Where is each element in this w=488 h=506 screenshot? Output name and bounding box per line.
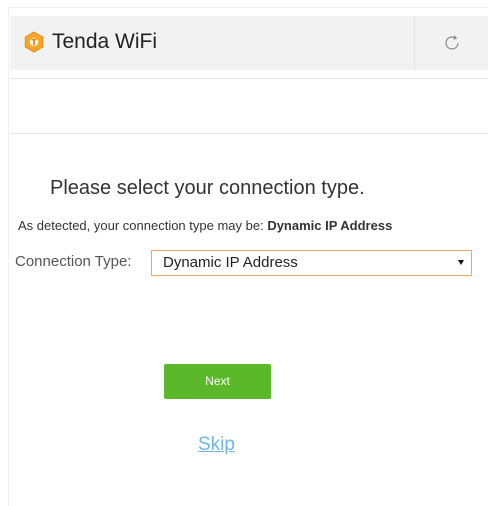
- dropdown-arrow-icon: [458, 260, 464, 265]
- app-header: Tenda WiFi: [10, 16, 488, 70]
- connection-type-select[interactable]: Dynamic IP Address: [151, 250, 472, 276]
- detected-connection-value: Dynamic IP Address: [267, 218, 393, 233]
- header-divider: [414, 16, 415, 70]
- next-button[interactable]: Next: [164, 364, 271, 399]
- detected-prefix: As detected, your connection type may be…: [18, 218, 268, 233]
- skip-link[interactable]: Skip: [198, 434, 235, 456]
- refresh-icon[interactable]: [442, 33, 462, 53]
- tenda-logo-icon: [24, 31, 44, 53]
- section-divider: [10, 133, 488, 134]
- page-heading: Please select your connection type.: [50, 177, 365, 199]
- connection-type-label: Connection Type:: [15, 253, 132, 270]
- app-title: Tenda WiFi: [52, 30, 158, 53]
- detected-connection-text: As detected, your connection type may be…: [18, 218, 392, 234]
- connection-type-selected-value: Dynamic IP Address: [163, 254, 298, 271]
- header-separator: [10, 78, 488, 79]
